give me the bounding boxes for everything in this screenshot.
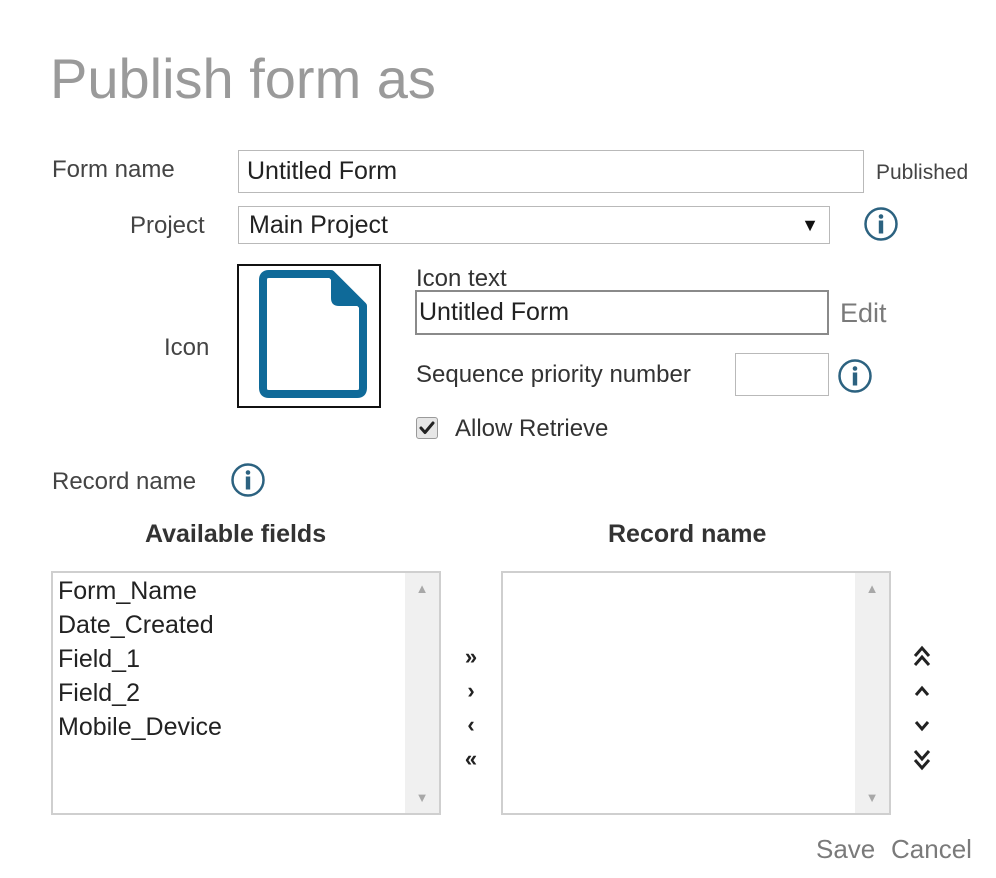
- allow-retrieve-label: Allow Retrieve: [455, 415, 609, 442]
- list-item[interactable]: Date_Created: [53, 608, 439, 642]
- add-button[interactable]: ›: [456, 678, 486, 704]
- remove-all-button[interactable]: «: [456, 746, 486, 772]
- form-name-input[interactable]: [238, 150, 864, 193]
- record-name-heading: Record name: [608, 520, 767, 548]
- project-select[interactable]: Main Project ▼: [238, 206, 830, 244]
- sequence-info-icon[interactable]: [838, 359, 872, 393]
- icon-label: Icon: [164, 334, 210, 361]
- checkmark-icon: [419, 421, 435, 434]
- record-name-list[interactable]: ▲ ▼: [501, 571, 891, 815]
- cancel-button[interactable]: Cancel: [891, 834, 972, 865]
- form-name-label: Form name: [52, 156, 175, 183]
- scrollbar[interactable]: ▲ ▼: [855, 573, 889, 813]
- add-all-button[interactable]: »: [456, 644, 486, 670]
- list-item[interactable]: Form_Name: [53, 574, 439, 608]
- scroll-up-icon[interactable]: ▲: [405, 581, 439, 596]
- document-icon: [259, 270, 367, 398]
- scroll-down-icon[interactable]: ▼: [855, 790, 889, 805]
- edit-link[interactable]: Edit: [840, 298, 887, 329]
- icon-text-input[interactable]: [415, 290, 829, 335]
- remove-button[interactable]: ‹: [456, 712, 486, 738]
- project-selected-value: Main Project: [249, 211, 388, 239]
- published-status: Published: [876, 161, 969, 184]
- move-up-icon[interactable]: [910, 678, 934, 704]
- page-title: Publish form as: [50, 47, 436, 110]
- dropdown-arrow-icon: ▼: [801, 215, 819, 235]
- save-button[interactable]: Save: [816, 834, 875, 865]
- scroll-up-icon[interactable]: ▲: [855, 581, 889, 596]
- move-top-icon[interactable]: [910, 644, 934, 670]
- allow-retrieve-checkbox[interactable]: [416, 417, 438, 439]
- available-fields-heading: Available fields: [145, 520, 327, 548]
- record-name-label: Record name: [52, 468, 197, 495]
- sequence-priority-input[interactable]: [735, 353, 829, 396]
- list-item[interactable]: Field_2: [53, 676, 439, 710]
- icon-text-label: Icon text: [416, 265, 507, 292]
- project-label: Project: [130, 212, 205, 239]
- list-item[interactable]: Field_1: [53, 642, 439, 676]
- move-down-icon[interactable]: [910, 712, 934, 738]
- scrollbar[interactable]: ▲ ▼: [405, 573, 439, 813]
- icon-preview[interactable]: [237, 264, 381, 408]
- list-item[interactable]: Mobile_Device: [53, 710, 439, 744]
- record-name-info-icon[interactable]: [231, 463, 265, 497]
- sequence-priority-label: Sequence priority number: [416, 361, 691, 388]
- scroll-down-icon[interactable]: ▼: [405, 790, 439, 805]
- available-fields-list[interactable]: Form_Name Date_Created Field_1 Field_2 M…: [51, 571, 441, 815]
- move-bottom-icon[interactable]: [910, 746, 934, 772]
- project-info-icon[interactable]: [864, 207, 898, 241]
